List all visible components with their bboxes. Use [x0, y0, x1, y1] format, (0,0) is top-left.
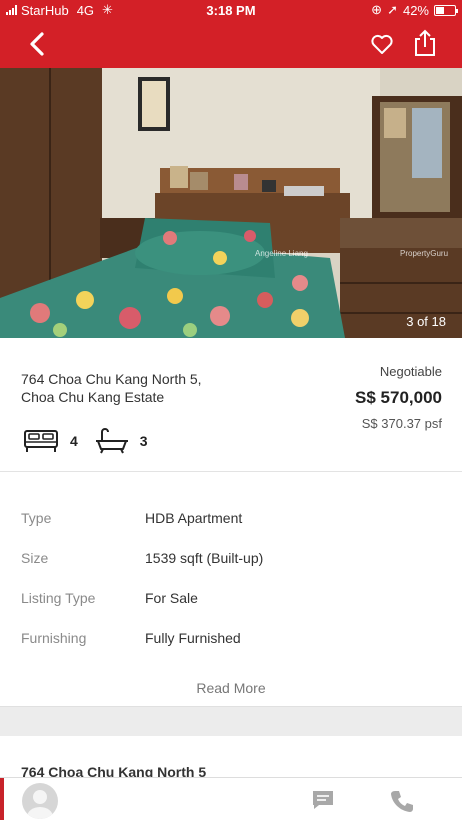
watermark-brand: PropertyGuru: [400, 249, 449, 258]
watermark-agent: Angeline Liang: [255, 249, 308, 258]
share-icon[interactable]: [413, 29, 437, 57]
section-divider: [0, 706, 462, 736]
signal-icon: [6, 5, 17, 15]
battery-percent: 42%: [402, 2, 429, 18]
detail-value: Fully Furnished: [145, 630, 241, 646]
address: 764 Choa Chu Kang North 5, Choa Chu Kang…: [21, 370, 202, 406]
network-label: 4G: [76, 2, 95, 18]
detail-label: Size: [21, 550, 49, 566]
negotiable-label: Negotiable: [379, 364, 442, 379]
photo-counter: 3 of 18: [406, 314, 446, 329]
detail-value: HDB Apartment: [145, 510, 243, 526]
bathroom-count: 3: [139, 433, 148, 449]
back-arrow-icon[interactable]: [24, 30, 52, 58]
address-line-2: Choa Chu Kang Estate: [21, 389, 165, 405]
detail-value: For Sale: [145, 590, 198, 606]
agent-avatar[interactable]: [22, 783, 58, 819]
detail-label: Type: [21, 510, 52, 526]
listing-summary: 764 Choa Chu Kang North 5, Choa Chu Kang…: [0, 338, 462, 472]
clock: 3:18 PM: [206, 2, 256, 18]
bathtub-icon: [95, 428, 128, 454]
orientation-lock-icon: ⊕: [371, 2, 383, 17]
carrier-label: StarHub: [21, 2, 69, 18]
favorite-heart-icon[interactable]: [370, 32, 394, 56]
contact-bar: [0, 777, 462, 820]
detail-row-type: Type HDB Apartment: [0, 510, 462, 530]
detail-row-size: Size 1539 sqft (Built-up): [0, 550, 462, 570]
nav-bar: [0, 20, 462, 68]
accent-strip: [0, 778, 4, 820]
bed-icon: [24, 430, 58, 452]
message-icon[interactable]: [311, 789, 335, 811]
listing-photo[interactable]: Angeline Liang PropertyGuru 3 of 18: [0, 68, 462, 338]
phone-icon[interactable]: [389, 788, 415, 814]
battery-icon: [434, 4, 458, 16]
address-line-1: 764 Choa Chu Kang North 5,: [21, 371, 202, 387]
detail-row-furnishing: Furnishing Fully Furnished: [0, 630, 462, 650]
price: S$ 570,000: [355, 388, 442, 407]
detail-row-listing-type: Listing Type For Sale: [0, 590, 462, 610]
bedroom-count: 4: [70, 433, 78, 449]
price-per-sqft: S$ 370.37 psf: [361, 416, 442, 431]
detail-label: Listing Type: [21, 590, 96, 606]
detail-value: 1539 sqft (Built-up): [145, 550, 264, 566]
detail-label: Furnishing: [21, 630, 87, 646]
status-bar: StarHub 4G ✳ 3:18 PM ⊕ ➚ 42%: [0, 0, 462, 20]
bedroom-photo-illustration: [0, 68, 462, 338]
loading-icon: ✳: [102, 2, 113, 17]
read-more-link[interactable]: Read More: [0, 680, 462, 696]
location-icon: ➚: [387, 2, 398, 17]
person-icon: [27, 790, 53, 819]
features-row: 4 3: [22, 427, 164, 455]
